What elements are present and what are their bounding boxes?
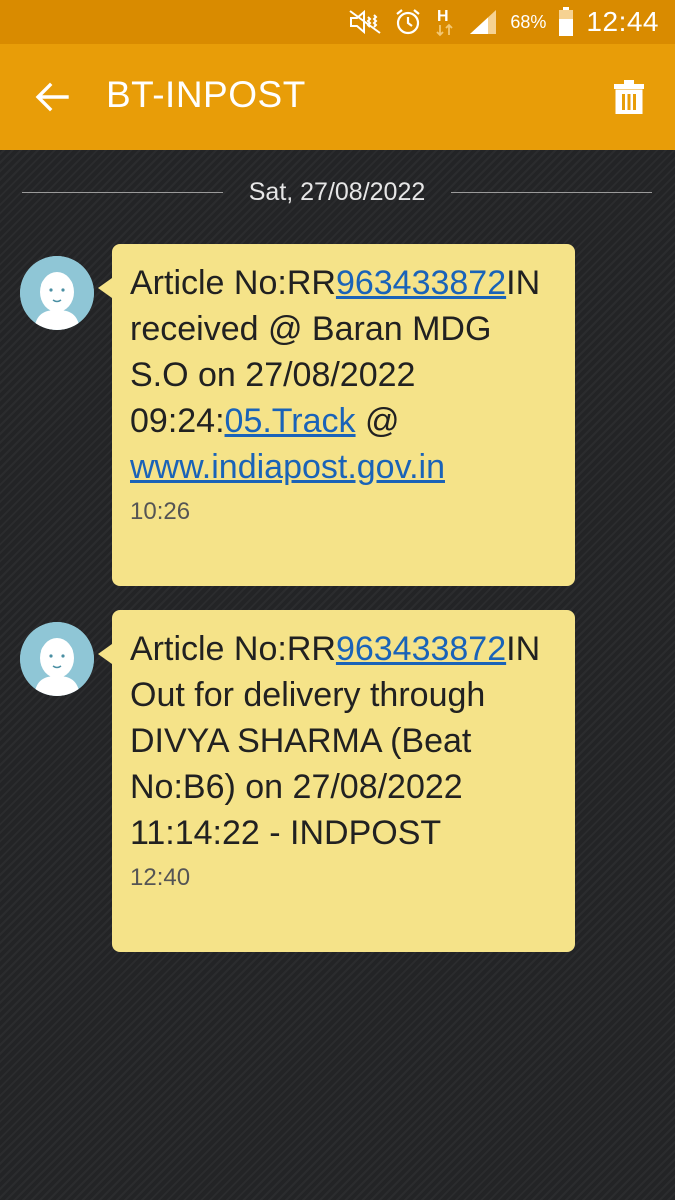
arrow-left-icon xyxy=(35,82,69,112)
person-face-icon xyxy=(20,622,94,696)
status-bar: H 68% 12:44 xyxy=(0,0,675,44)
status-clock: 12:44 xyxy=(586,6,659,37)
track-link[interactable]: 05.Track xyxy=(225,402,356,440)
battery-percent: 68% xyxy=(510,11,547,32)
alarm-icon xyxy=(394,8,422,36)
contact-avatar[interactable] xyxy=(20,622,94,696)
message-text: Article No:RR963433872IN Out for deliver… xyxy=(130,626,557,856)
battery-icon xyxy=(558,7,574,37)
message-time: 10:26 xyxy=(130,498,191,525)
person-face-icon xyxy=(20,256,94,330)
divider-line-right xyxy=(451,191,653,193)
tracking-number-link[interactable]: 963433872 xyxy=(336,264,506,302)
contact-avatar[interactable] xyxy=(20,256,94,330)
delete-button[interactable] xyxy=(611,77,647,117)
svg-text:H: H xyxy=(437,8,449,25)
app-bar: BT-INPOST xyxy=(0,44,675,150)
date-divider: Sat, 27/08/2022 xyxy=(22,172,653,212)
divider-line-left xyxy=(22,191,223,193)
message-text-part: Article No:RR xyxy=(130,630,336,668)
message-text: Article No:RR963433872IN received @ Bara… xyxy=(130,260,557,490)
conversation-title: BT-INPOST xyxy=(106,74,306,115)
signal-icon xyxy=(468,8,498,36)
trash-icon xyxy=(614,80,644,114)
message-text-part: Article No:RR xyxy=(130,264,336,302)
tracking-number-link[interactable]: 963433872 xyxy=(336,630,506,668)
message-bubble[interactable]: Article No:RR963433872IN Out for deliver… xyxy=(98,610,575,952)
back-button[interactable] xyxy=(32,79,72,115)
website-link[interactable]: www.indiapost.gov.in xyxy=(130,448,445,486)
message-bubble[interactable]: Article No:RR963433872IN received @ Bara… xyxy=(98,244,575,586)
mute-vibrate-icon xyxy=(348,9,382,35)
date-label: Sat, 27/08/2022 xyxy=(248,177,426,206)
message-time: 12:40 xyxy=(130,864,191,891)
message-text-part: @ xyxy=(355,402,400,440)
network-h-icon: H xyxy=(434,5,456,39)
